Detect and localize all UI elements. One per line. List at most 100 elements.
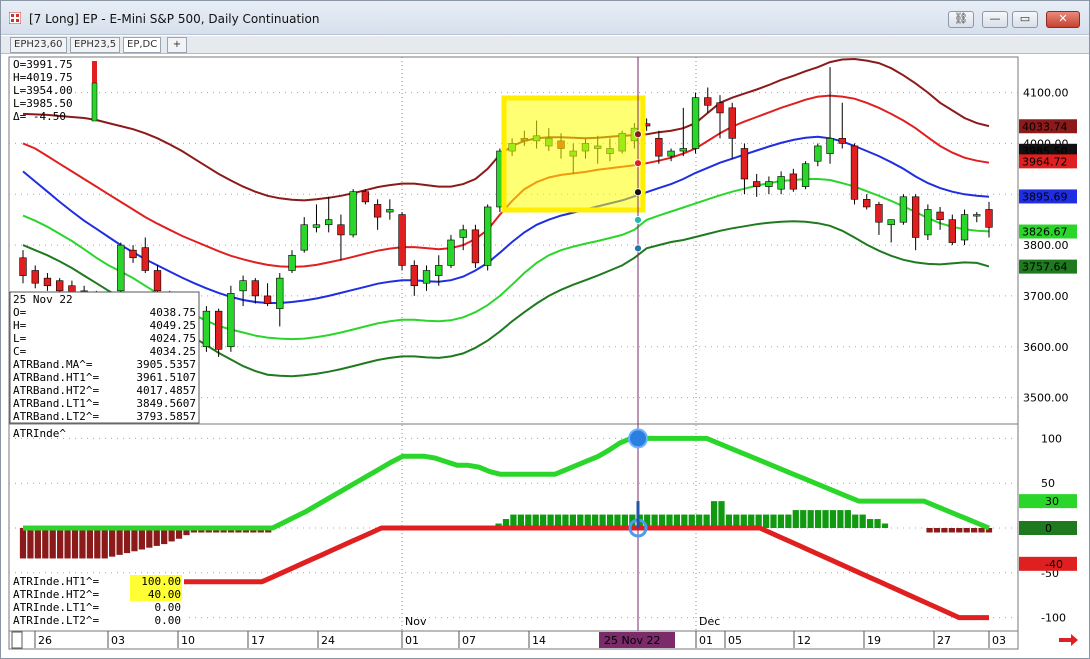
- indicator-tick-label: 100: [1041, 432, 1062, 445]
- readout-high: H=4019.75: [13, 71, 73, 84]
- candle-body: [227, 293, 235, 348]
- candle-body: [985, 209, 993, 228]
- candle-body: [117, 244, 125, 292]
- indicator-row-value: 100.00: [141, 575, 181, 588]
- candle-body: [471, 229, 480, 264]
- indicator-tick-label: -100: [1041, 612, 1066, 625]
- candle-body: [765, 181, 773, 187]
- indicator-bar: [852, 514, 859, 528]
- price-tick-label: 3800.00: [1023, 239, 1069, 252]
- indicator-row-label: ATRInde.HT1^=: [13, 575, 99, 588]
- candle-body: [899, 196, 908, 223]
- indicator-bar: [948, 528, 955, 533]
- indicator-bar: [941, 528, 948, 533]
- candle-body: [153, 270, 162, 292]
- candle-body: [948, 219, 956, 243]
- price-tick-label: 4100.00: [1023, 87, 1069, 100]
- indicator-bar: [34, 528, 41, 559]
- candle-body: [459, 229, 467, 238]
- candle-body: [924, 209, 932, 236]
- indicator-readout: ATRInde.HT1^= 100.00 ATRInde.HT2^= 40.00 ATR…: [10, 574, 184, 629]
- candle-body: [263, 295, 272, 304]
- candle-body: [863, 199, 871, 208]
- candle-body: [214, 310, 223, 350]
- candle-body: [43, 277, 52, 287]
- candle-body: [312, 224, 321, 228]
- candle-body: [483, 206, 492, 266]
- indicator-tick-label: 50: [1041, 477, 1055, 490]
- readout-low: L=3954.00: [13, 84, 73, 97]
- data-window-value: 4024.75: [150, 332, 196, 345]
- indicator-bar: [963, 528, 970, 533]
- data-window-label: L=: [13, 332, 27, 345]
- candle-body: [386, 209, 394, 213]
- candle-body: [398, 214, 406, 266]
- indicator-bar: [844, 510, 851, 528]
- data-window-value: 3961.5107: [136, 371, 196, 384]
- date-day-label: 03: [111, 634, 125, 647]
- indicator-row-value: 0.00: [155, 601, 182, 614]
- readout-open: O=3991.75: [13, 58, 73, 71]
- indicator-bar: [866, 519, 874, 528]
- price-tick-label: 3500.00: [1023, 392, 1069, 405]
- candle-body: [141, 247, 149, 271]
- indicator-bar: [762, 514, 770, 528]
- data-window-label: H=: [13, 319, 27, 332]
- indicator-bar: [131, 528, 138, 552]
- indicator-bar: [718, 501, 725, 528]
- candle-body: [936, 211, 944, 220]
- candle-body: [435, 265, 443, 276]
- price-tick-label: 3600.00: [1023, 341, 1069, 354]
- candle-body: [655, 138, 663, 157]
- cursor-dot-ma: [634, 188, 642, 197]
- data-window-date: 25 Nov 22: [13, 293, 73, 306]
- indicator-bar: [807, 510, 814, 528]
- indicator-bar: [123, 528, 131, 554]
- data-window-value: 4034.25: [150, 345, 196, 358]
- chart-canvas[interactable]: 4100.004000.003900.003800.003700.003600.…: [1, 1, 1089, 658]
- candle-body: [447, 239, 455, 266]
- date-day-label: 19: [867, 634, 881, 647]
- data-window-label: ATRBand.HT2^=: [13, 384, 99, 397]
- indicator-bar: [101, 528, 108, 559]
- candle-body: [753, 181, 761, 187]
- candle-body: [679, 148, 687, 152]
- indicator-bar: [79, 528, 86, 559]
- indicator-name: ATRInde^: [13, 427, 66, 440]
- indicator-bar: [94, 528, 101, 559]
- candle-body: [875, 204, 883, 223]
- indicator-marker-label: 30: [1045, 495, 1059, 508]
- candle-body: [56, 280, 64, 292]
- data-window-value: 3793.5857: [136, 410, 196, 423]
- indicator-cursor-dot-top: [628, 428, 648, 449]
- candle-body: [814, 145, 822, 162]
- candle-body: [19, 257, 27, 276]
- readout-change: Δ= -4.50: [13, 110, 66, 123]
- cursor-dot-lt1: [634, 215, 642, 224]
- candle-body: [667, 150, 675, 157]
- indicator-bar: [926, 528, 933, 533]
- chart-window: [7 Long] EP - E-Mini S&P 500, Daily Cont…: [0, 0, 1090, 659]
- date-scroll-box: [11, 631, 23, 649]
- indicator-marker-label: 0: [1045, 522, 1052, 535]
- readout-bar-red: [92, 61, 97, 83]
- cursor-dot-ht2: [634, 130, 642, 139]
- cursor-date-label: 25 Nov 22: [604, 634, 660, 647]
- indicator-marker-label: -40: [1045, 558, 1063, 571]
- cursor-dot-ht1: [634, 159, 642, 168]
- date-day-label: 14: [532, 634, 546, 647]
- candle-body: [838, 138, 846, 144]
- candle-body: [801, 163, 810, 187]
- indicator-row-label: ATRInde.HT2^=: [13, 588, 99, 601]
- candle-body: [789, 173, 798, 190]
- indicator-bar: [109, 528, 116, 557]
- candle-body: [740, 148, 749, 180]
- indicator-bar: [138, 528, 146, 550]
- indicator-axis: 10050-50-100300-40: [1019, 432, 1077, 625]
- indicator-bar: [27, 528, 34, 559]
- scroll-arrow-right[interactable]: [1059, 634, 1078, 646]
- candle-body: [973, 214, 981, 217]
- candle-body: [826, 138, 834, 154]
- candle-body: [239, 280, 247, 292]
- data-window-label: ATRBand.HT1^=: [13, 371, 99, 384]
